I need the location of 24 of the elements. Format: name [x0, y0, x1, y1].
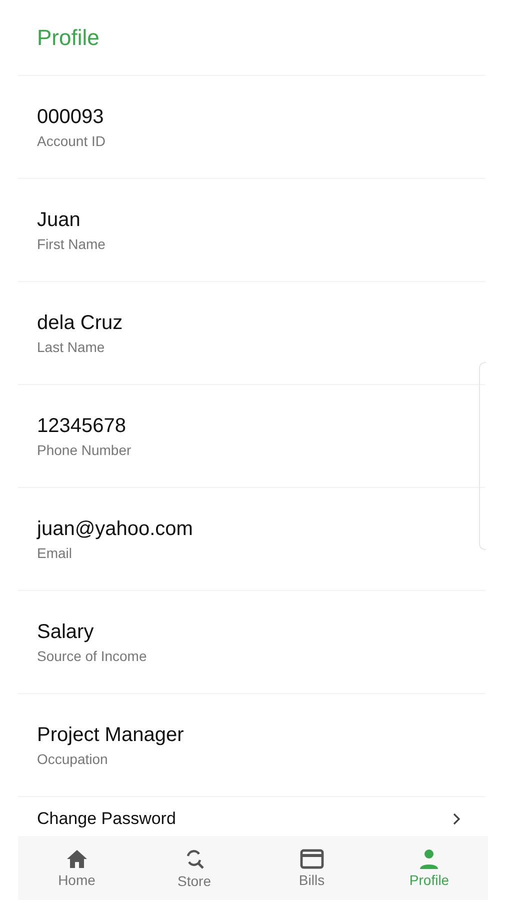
page-title: Profile [37, 24, 100, 50]
field-label: Last Name [37, 338, 106, 354]
field-label: Occupation [37, 750, 109, 766]
nav-tab[interactable]: Home [18, 836, 136, 900]
nav-tab[interactable]: Bills [253, 836, 370, 900]
field-label: Source of Income [37, 648, 148, 664]
menu-item[interactable]: Change Password [37, 809, 176, 829]
nav-tab[interactable]: Store [136, 836, 253, 900]
field-value: dela Cruz [37, 312, 124, 334]
chevron-icon [453, 813, 461, 825]
field-value: juan@yahoo.com [37, 518, 194, 540]
field-label: Account ID [37, 132, 106, 148]
person-icon [418, 848, 440, 868]
nav-tab[interactable]: Profile [370, 836, 488, 900]
field-value: Project Manager [37, 724, 185, 746]
field-value: Salary [37, 620, 95, 644]
field-value: 12345678 [37, 414, 127, 438]
field-label: First Name [37, 236, 106, 252]
field-label: Email [37, 544, 74, 560]
home-icon [66, 848, 88, 868]
field-label: Phone Number [37, 442, 132, 458]
card-icon [300, 848, 324, 868]
field-value: 000093 [37, 106, 105, 128]
field-value: Juan [37, 208, 82, 232]
